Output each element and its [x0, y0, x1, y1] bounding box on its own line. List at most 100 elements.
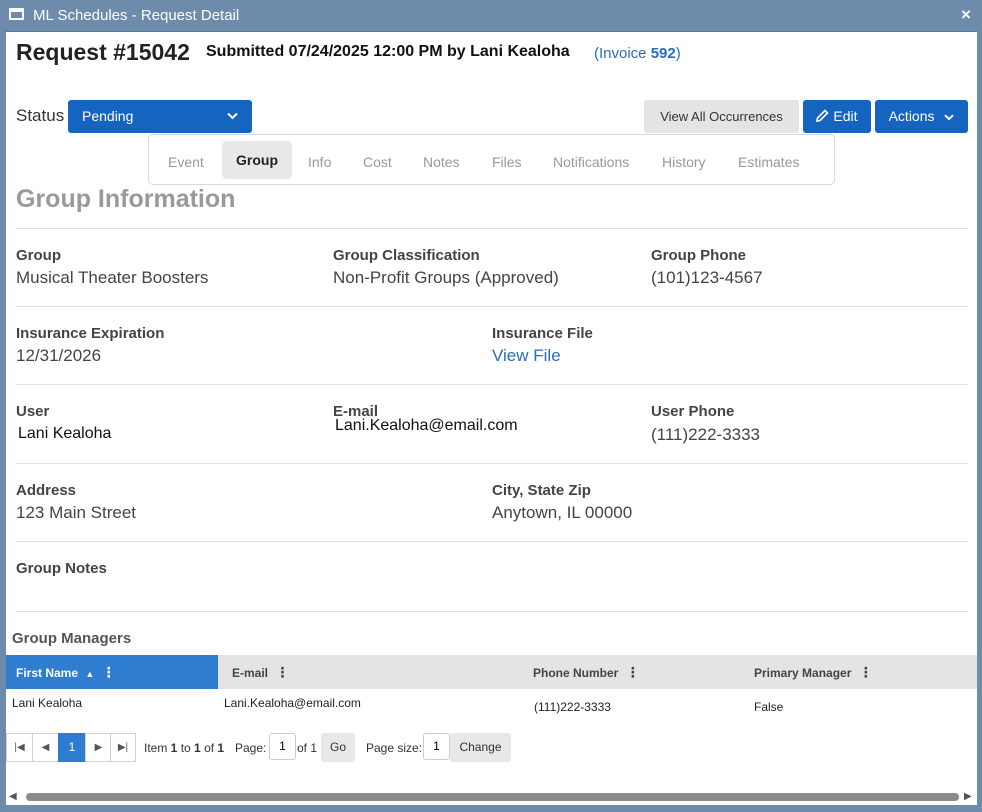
item-of-word: of [200, 741, 218, 755]
sort-ascending-icon: ▲ [85, 669, 95, 679]
tab-history[interactable]: History [662, 154, 706, 170]
scroll-left-icon[interactable]: ◀ [9, 789, 17, 805]
tab-notifications[interactable]: Notifications [553, 154, 629, 170]
column-menu-icon[interactable]: ⋮ [275, 664, 289, 680]
classification-value: Non-Profit Groups (Approved) [333, 268, 559, 287]
tab-bar: Event Group Info Cost Notes Files Notifi… [148, 134, 835, 185]
cell-phone: (111)222-3333 [534, 700, 611, 714]
group-label: Group [16, 247, 61, 264]
divider [16, 306, 968, 307]
group-value: Musical Theater Boosters [16, 268, 209, 287]
column-header-phone[interactable]: Phone Number ⋮ [533, 655, 640, 689]
item-prefix: Item [144, 741, 171, 755]
tab-notes[interactable]: Notes [423, 154, 460, 170]
last-page-icon[interactable]: ▶| [110, 733, 136, 762]
column-header-primary-manager[interactable]: Primary Manager ⋮ [754, 655, 873, 689]
submitted-info: Submitted 07/24/2025 12:00 PM by Lani Ke… [206, 43, 570, 60]
status-value: Pending [82, 108, 134, 124]
user-phone-value: (111)222-3333 [651, 425, 761, 444]
user-phone-label: User Phone [651, 403, 735, 420]
window-icon [9, 8, 24, 20]
group-notes-label: Group Notes [16, 560, 107, 577]
section-title: Group Information [16, 185, 236, 213]
item-to-word: to [177, 741, 195, 755]
invoice-suffix: ) [675, 45, 681, 62]
page-input[interactable]: 1 [269, 733, 296, 760]
page-label: Page: [235, 741, 267, 755]
column-menu-icon[interactable]: ⋮ [102, 664, 116, 680]
group-managers-title: Group Managers [12, 630, 132, 647]
scroll-right-icon[interactable]: ▶ [964, 789, 972, 805]
insurance-expiration-value: 12/31/2026 [16, 346, 102, 365]
divider [16, 541, 968, 542]
page-size-label: Page size: [366, 741, 423, 755]
tab-group[interactable]: Group [222, 141, 292, 179]
invoice-number: 592 [650, 45, 676, 62]
column-header-label: Phone Number [533, 666, 619, 680]
cell-email: Lani.Kealoha@email.com [224, 696, 361, 710]
divider [16, 463, 968, 464]
pager: |◀ ◀ 1 ▶ ▶| Item 1 to 1 of 1 Page: 1 of … [6, 733, 977, 762]
status-dropdown[interactable]: Pending [68, 100, 252, 133]
change-button[interactable]: Change [450, 733, 511, 762]
edit-label: Edit [833, 108, 858, 124]
view-file-link[interactable]: View File [492, 346, 561, 366]
request-title: Request #15042 [16, 39, 190, 65]
go-button[interactable]: Go [321, 733, 355, 762]
invoice-prefix: (Invoice [594, 45, 651, 62]
column-header-label: First Name [16, 666, 79, 680]
email-value: Lani.Kealoha@email.com [335, 417, 518, 434]
divider [16, 611, 968, 612]
tab-estimates[interactable]: Estimates [738, 154, 799, 170]
edit-button[interactable]: Edit [803, 100, 871, 133]
item-to: 1 [194, 741, 201, 755]
classification-label: Group Classification [333, 247, 480, 264]
divider [16, 384, 968, 385]
city-state-zip-value: Anytown, IL 00000 [492, 503, 633, 522]
chevron-down-icon [227, 109, 238, 123]
city-state-zip-label: City, State Zip [492, 482, 591, 499]
page-of-count: of 1 [297, 741, 318, 755]
grid-header: First Name ▲ ⋮ E-mail ⋮ Phone Number ⋮ P… [6, 655, 977, 689]
tab-files[interactable]: Files [492, 154, 522, 170]
close-icon[interactable]: × [961, 5, 971, 25]
tab-event[interactable]: Event [168, 154, 204, 170]
actions-label: Actions [888, 108, 935, 124]
invoice-link[interactable]: (Invoice 592) [594, 45, 681, 62]
page-size-input[interactable]: 1 [423, 733, 450, 760]
divider [16, 228, 968, 229]
pencil-icon [816, 108, 830, 124]
user-value: Lani Kealoha [18, 425, 112, 442]
previous-page-icon[interactable]: ◀ [32, 733, 59, 762]
group-phone-value: (101)123-4567 [651, 268, 763, 287]
chevron-down-icon [944, 108, 955, 124]
tab-info[interactable]: Info [308, 154, 331, 170]
table-row[interactable]: Lani Kealoha Lani.Kealoha@email.com (111… [6, 689, 977, 719]
insurance-expiration-label: Insurance Expiration [16, 325, 165, 342]
next-page-icon[interactable]: ▶ [85, 733, 112, 762]
column-header-label: Primary Manager [754, 666, 852, 680]
user-label: User [16, 403, 50, 420]
actions-button[interactable]: Actions [875, 100, 968, 133]
window-titlebar: ML Schedules - Request Detail × [0, 0, 982, 32]
column-header-email[interactable]: E-mail ⋮ [232, 655, 289, 689]
address-label: Address [16, 482, 77, 499]
column-menu-icon[interactable]: ⋮ [859, 664, 873, 680]
window-frame-right [977, 31, 982, 812]
item-total: 1 [217, 741, 225, 755]
address-value: 123 Main Street [16, 503, 137, 522]
first-page-icon[interactable]: |◀ [6, 733, 33, 762]
column-header-first-name[interactable]: First Name ▲ ⋮ [6, 655, 218, 689]
scrollbar-thumb[interactable] [26, 793, 959, 801]
status-label: Status [16, 106, 65, 125]
column-header-label: E-mail [232, 666, 269, 680]
cell-first-name: Lani Kealoha [12, 696, 83, 710]
horizontal-scrollbar[interactable]: ◀ ▶ [6, 789, 977, 805]
view-all-occurrences-button[interactable]: View All Occurrences [644, 100, 799, 133]
tab-cost[interactable]: Cost [363, 154, 392, 170]
page-button-current[interactable]: 1 [58, 733, 86, 762]
item-range: Item 1 to 1 of 1 [144, 741, 224, 755]
window-title: ML Schedules - Request Detail [33, 7, 240, 24]
column-menu-icon[interactable]: ⋮ [626, 664, 640, 680]
insurance-file-label: Insurance File [492, 325, 593, 342]
